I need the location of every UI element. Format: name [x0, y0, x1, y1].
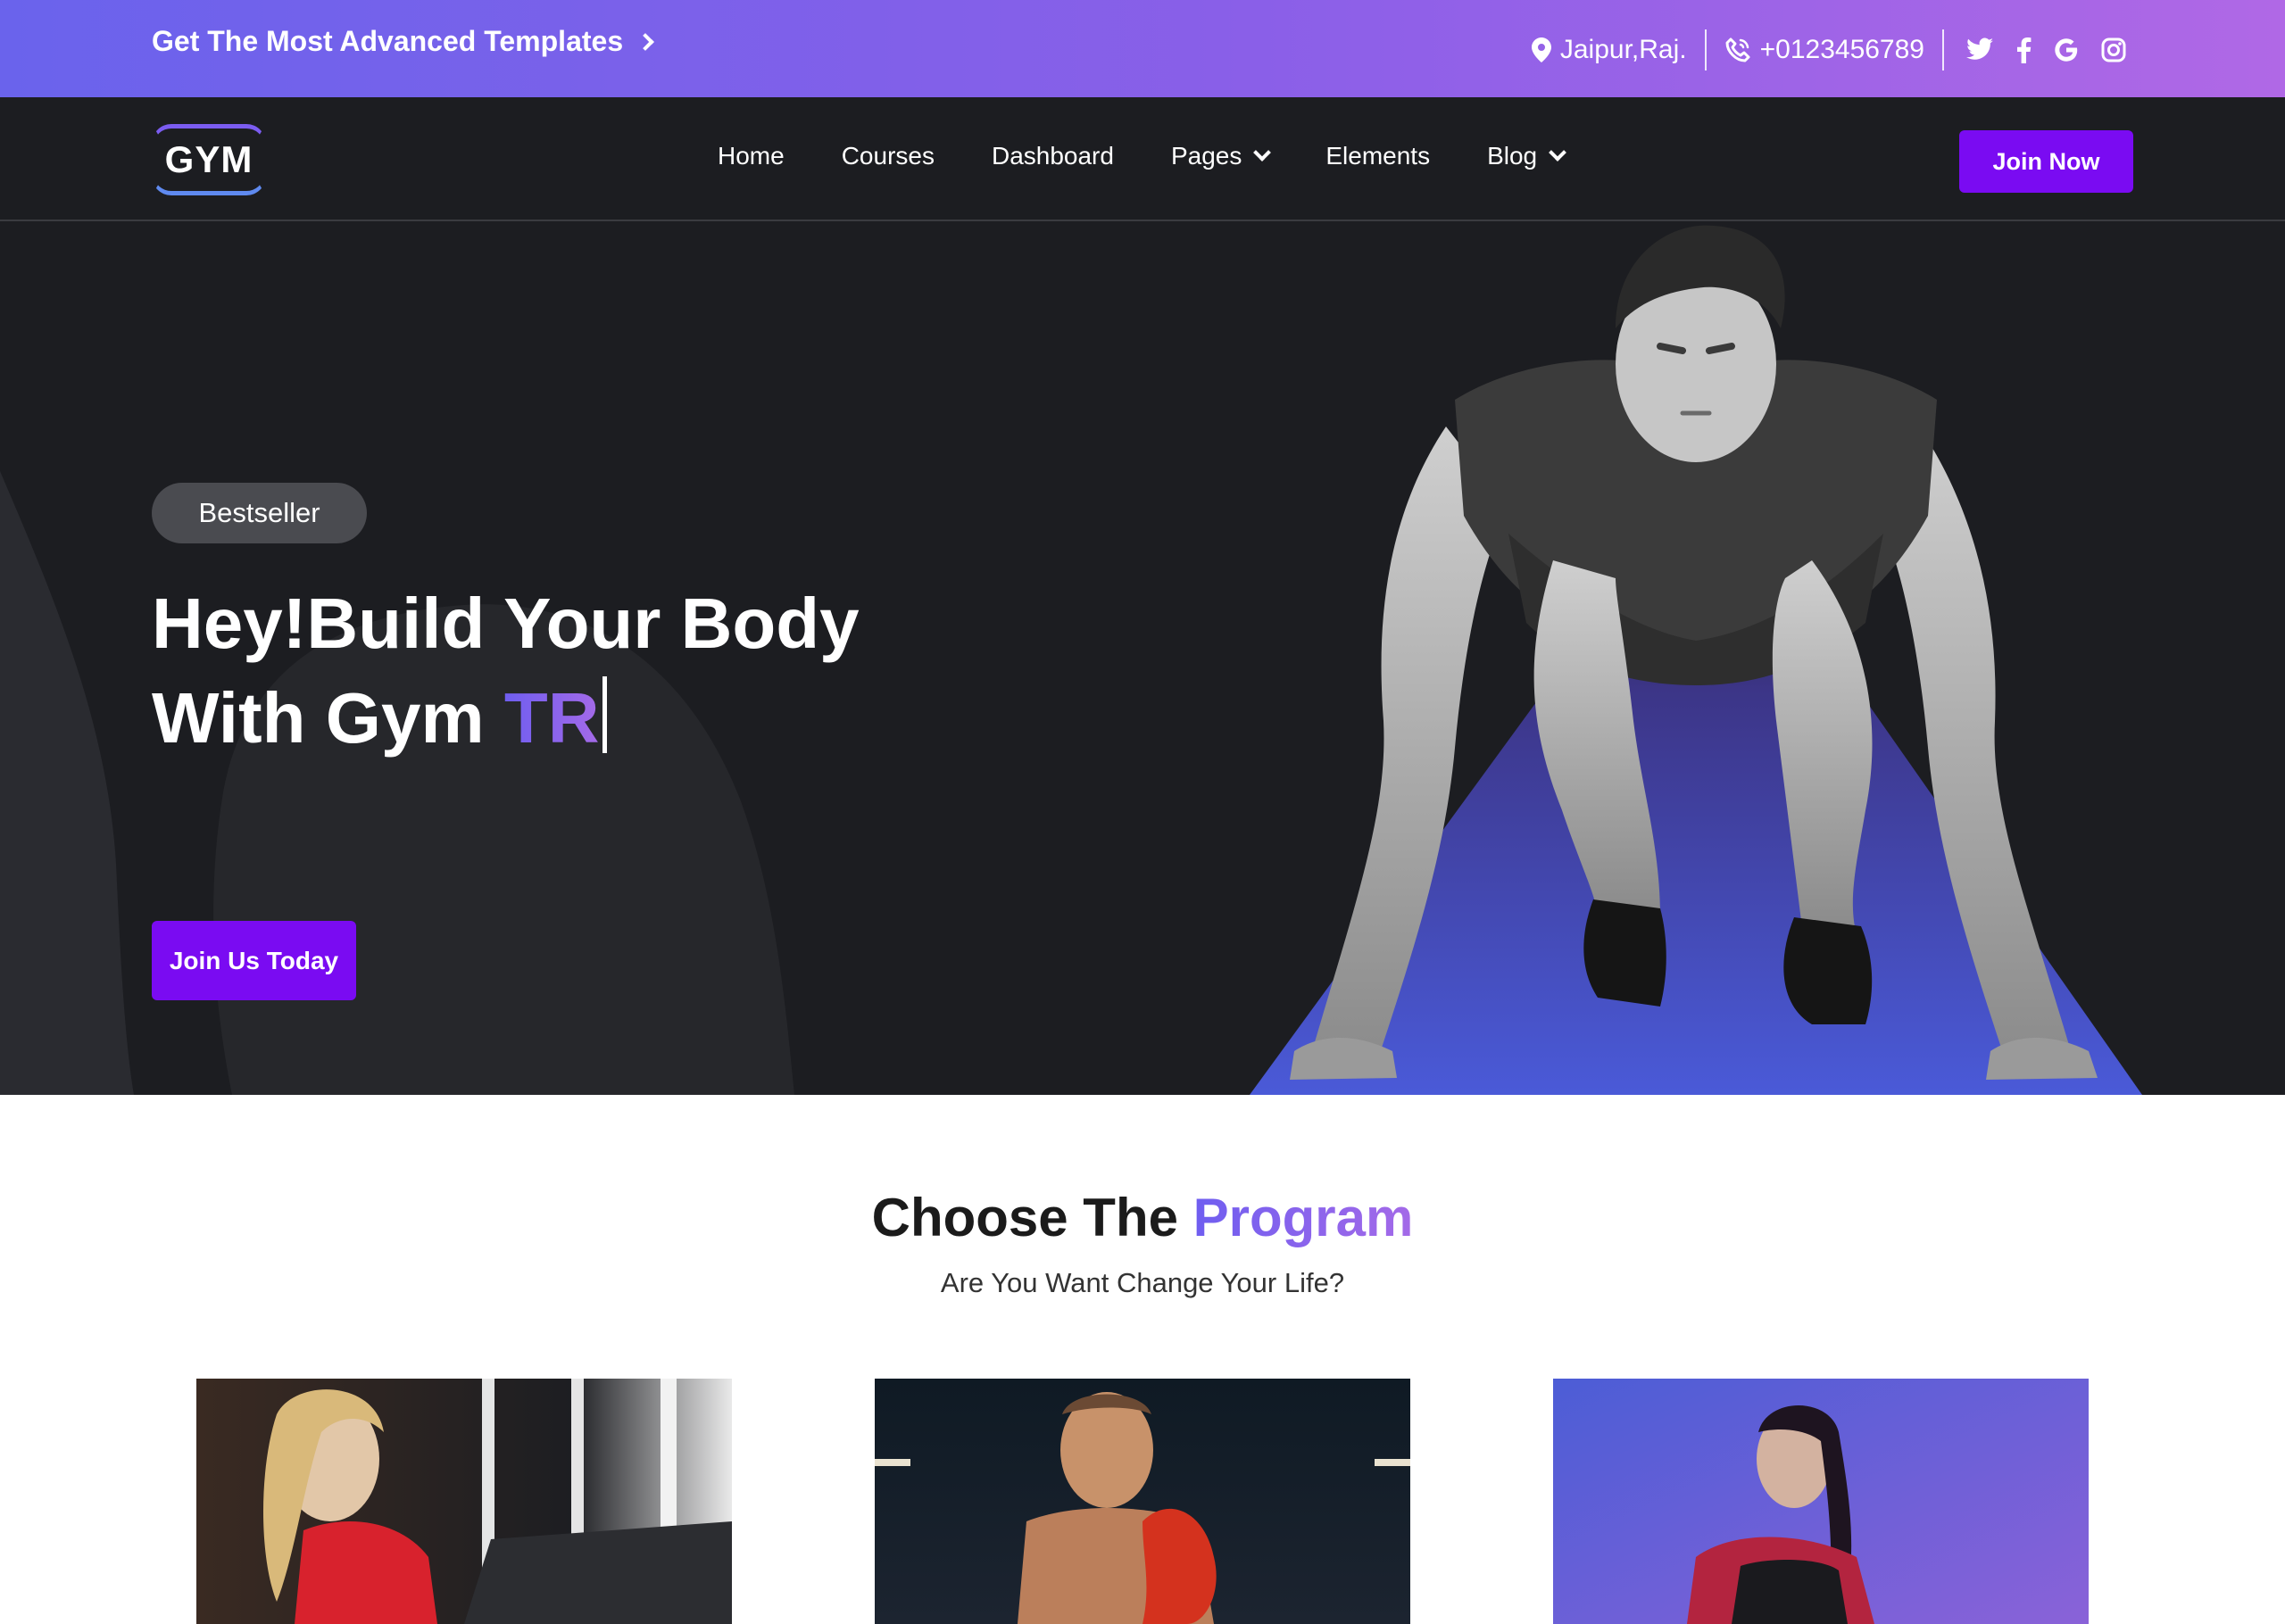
headline-line-2: With Gym TR	[152, 671, 860, 766]
chevron-right-icon	[636, 32, 655, 51]
section-subtitle: Are You Want Change Your Life?	[940, 1267, 1345, 1298]
section-title: Choose The Program	[0, 1187, 2285, 1248]
program-card-image-ropes[interactable]	[875, 1379, 1410, 1624]
location-item: Jaipur,Raj.	[1514, 29, 1705, 70]
nav-item-label: Pages	[1170, 142, 1242, 170]
title-accent: Program	[1192, 1188, 1414, 1247]
phone-text: +0123456789	[1759, 35, 1924, 64]
typed-accent-text: TR	[503, 678, 600, 758]
nav-item-dashboard[interactable]: Dashboard	[992, 142, 1114, 170]
title-prefix: Choose The	[871, 1188, 1193, 1247]
nav-item-label: Dashboard	[991, 142, 1114, 170]
nav-item-label: Home	[718, 142, 785, 170]
nav-item-pages[interactable]: Pages	[1170, 142, 1272, 170]
nav-menu: Home Courses Dashboard Pages Elements Bl…	[718, 142, 1621, 170]
nav-item-home[interactable]: Home	[718, 142, 785, 170]
phone-icon	[1725, 37, 1750, 62]
top-bar: Get The Most Advanced Templates Jaipur,R…	[0, 0, 2285, 97]
join-us-today-button[interactable]: Join Us Today	[152, 921, 356, 1000]
chevron-down-icon	[1549, 144, 1567, 162]
facebook-icon[interactable]	[2015, 37, 2032, 63]
main-navbar: GYM Home Courses Dashboard Pages Element…	[0, 97, 2285, 221]
hero-headline: Hey!Build Your Body With Gym TR	[152, 576, 860, 766]
contact-info: Jaipur,Raj. +0123456789	[1514, 23, 2126, 77]
promo-link[interactable]: Get The Most Advanced Templates	[152, 25, 655, 58]
nav-item-courses[interactable]: Courses	[842, 142, 935, 170]
twitter-icon[interactable]	[1965, 37, 1994, 62]
instagram-icon[interactable]	[2101, 37, 2126, 62]
social-links	[1944, 37, 2126, 63]
join-now-button[interactable]: Join Now	[1959, 130, 2133, 193]
google-icon[interactable]	[2053, 37, 2080, 63]
bestseller-badge: Bestseller	[152, 483, 367, 543]
headline-prefix: With Gym	[152, 678, 504, 758]
nav-item-label: Elements	[1325, 142, 1431, 170]
location-text: Jaipur,Raj.	[1559, 35, 1687, 64]
nav-item-label: Courses	[841, 142, 935, 170]
typing-cursor	[602, 676, 608, 753]
promo-text: Get The Most Advanced Templates	[152, 25, 624, 57]
nav-item-label: Blog	[1487, 142, 1538, 170]
program-card-image-treadmill[interactable]	[196, 1379, 732, 1624]
map-pin-icon	[1531, 37, 1551, 62]
nav-item-blog[interactable]: Blog	[1487, 142, 1567, 170]
headline-line-1: Hey!Build Your Body	[152, 584, 860, 663]
program-card-image-woman[interactable]	[1553, 1379, 2089, 1624]
phone-item[interactable]: +0123456789	[1707, 29, 1942, 70]
hero-section: Bestseller Hey!Build Your Body With Gym …	[0, 221, 2285, 1095]
gym-logo[interactable]: GYM	[152, 124, 266, 195]
nav-item-elements[interactable]: Elements	[1325, 142, 1430, 170]
chevron-down-icon	[1253, 144, 1272, 162]
athlete-image	[1250, 225, 2142, 1095]
